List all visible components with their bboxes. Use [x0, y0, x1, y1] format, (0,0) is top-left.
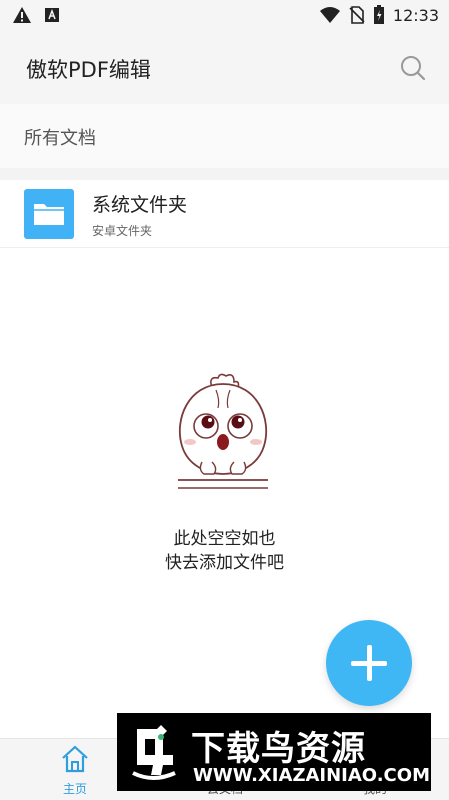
no-sim-icon — [349, 6, 365, 24]
folder-icon — [24, 189, 74, 239]
status-left-icons — [12, 6, 60, 24]
folder-name: 系统文件夹 — [92, 194, 188, 216]
status-bar: 12:33 — [0, 0, 449, 32]
section-divider — [0, 168, 449, 180]
status-clock: 12:33 — [392, 5, 439, 25]
warning-icon — [13, 7, 31, 23]
nav-item-home[interactable]: 主页 — [35, 743, 115, 797]
add-file-button[interactable] — [326, 620, 412, 706]
folder-subtitle: 安卓文件夹 — [92, 224, 153, 238]
home-icon — [62, 745, 88, 773]
search-button[interactable] — [399, 54, 427, 82]
watermark-logo — [123, 721, 183, 783]
app-notification-icon — [45, 8, 59, 22]
nav-label-home: 主页 — [62, 782, 87, 796]
folder-list-item[interactable]: 系统文件夹 安卓文件夹 — [0, 180, 449, 248]
empty-state-title: 此处空空如也 — [173, 529, 276, 549]
watermark-url: WWW.XIAZAINIAO.COM — [193, 765, 430, 786]
section-header: 所有文档 — [0, 104, 449, 168]
empty-state-subtitle: 快去添加文件吧 — [165, 553, 284, 573]
watermark-title: 下载鸟资源 — [191, 729, 366, 769]
empty-state-illustration — [168, 370, 278, 495]
wifi-icon — [319, 7, 340, 23]
app-title: 傲软PDF编辑 — [26, 58, 151, 82]
status-right-icons: 12:33 — [319, 5, 439, 25]
section-title: 所有文档 — [24, 128, 96, 149]
app-bar: 傲软PDF编辑 — [0, 32, 449, 104]
plus-icon — [351, 645, 387, 681]
battery-icon — [373, 5, 384, 24]
watermark-banner: 下载鸟资源 WWW.XIAZAINIAO.COM — [117, 713, 431, 791]
search-icon — [401, 56, 426, 81]
